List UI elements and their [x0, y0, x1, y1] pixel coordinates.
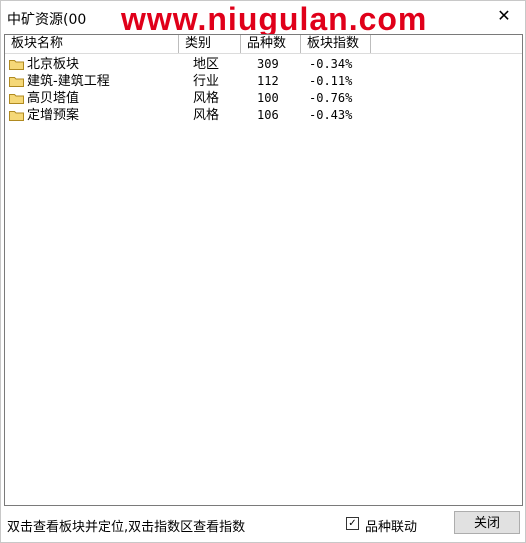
- title-bar: 中矿资源(00 www.niugulan.com ✕: [1, 1, 525, 37]
- linkage-checkbox[interactable]: ✓: [346, 517, 359, 530]
- close-icon[interactable]: ✕: [493, 5, 515, 27]
- list-item[interactable]: 建筑-建筑工程 行业 112 -0.11%: [5, 73, 522, 90]
- column-header-category[interactable]: 类别: [179, 35, 241, 53]
- folder-icon: [9, 77, 24, 87]
- sector-category: 行业: [193, 74, 220, 89]
- column-header-index[interactable]: 板块指数: [301, 35, 371, 53]
- list-item[interactable]: 高贝塔值 风格 100 -0.76%: [5, 90, 522, 107]
- sector-count: 106: [257, 108, 279, 122]
- sector-name: 北京板块: [27, 57, 80, 72]
- sector-index[interactable]: -0.34%: [309, 56, 352, 73]
- sector-list[interactable]: 板块名称 类别 品种数 板块指数 北京板块 地区 309 -0.34% 建筑-建…: [4, 34, 523, 506]
- folder-icon: [9, 94, 24, 104]
- folder-icon: [9, 60, 24, 70]
- column-header-name[interactable]: 板块名称: [5, 35, 179, 53]
- list-item[interactable]: 北京板块 地区 309 -0.34%: [5, 56, 522, 73]
- close-button[interactable]: 关闭: [454, 511, 520, 534]
- sector-count: 112: [257, 74, 279, 88]
- watermark: www.niugulan.com: [121, 1, 428, 37]
- sector-name: 定增预案: [27, 108, 80, 123]
- sector-category: 风格: [193, 108, 220, 123]
- sector-name: 高贝塔值: [27, 91, 80, 106]
- sector-index[interactable]: -0.43%: [309, 107, 352, 124]
- window-title: 中矿资源(00: [7, 12, 87, 28]
- folder-icon: [9, 111, 24, 121]
- hint-text: 双击查看板块并定位,双击指数区查看指数: [7, 520, 246, 535]
- sector-name: 建筑-建筑工程: [27, 74, 110, 89]
- sector-index[interactable]: -0.11%: [309, 73, 352, 90]
- status-bar: 双击查看板块并定位,双击指数区查看指数 ✓ 品种联动 关闭: [1, 506, 525, 542]
- dialog-window: 中矿资源(00 www.niugulan.com ✕ 板块名称 类别 品种数 板…: [0, 0, 526, 543]
- list-item[interactable]: 定增预案 风格 106 -0.43%: [5, 107, 522, 124]
- linkage-checkbox-label[interactable]: 品种联动: [365, 516, 417, 535]
- column-header-count[interactable]: 品种数: [241, 35, 301, 53]
- sector-count: 100: [257, 91, 279, 105]
- sector-category: 地区: [193, 57, 220, 72]
- sector-category: 风格: [193, 91, 220, 106]
- sector-count: 309: [257, 57, 279, 71]
- list-header: 板块名称 类别 品种数 板块指数: [5, 35, 522, 54]
- sector-index[interactable]: -0.76%: [309, 90, 352, 107]
